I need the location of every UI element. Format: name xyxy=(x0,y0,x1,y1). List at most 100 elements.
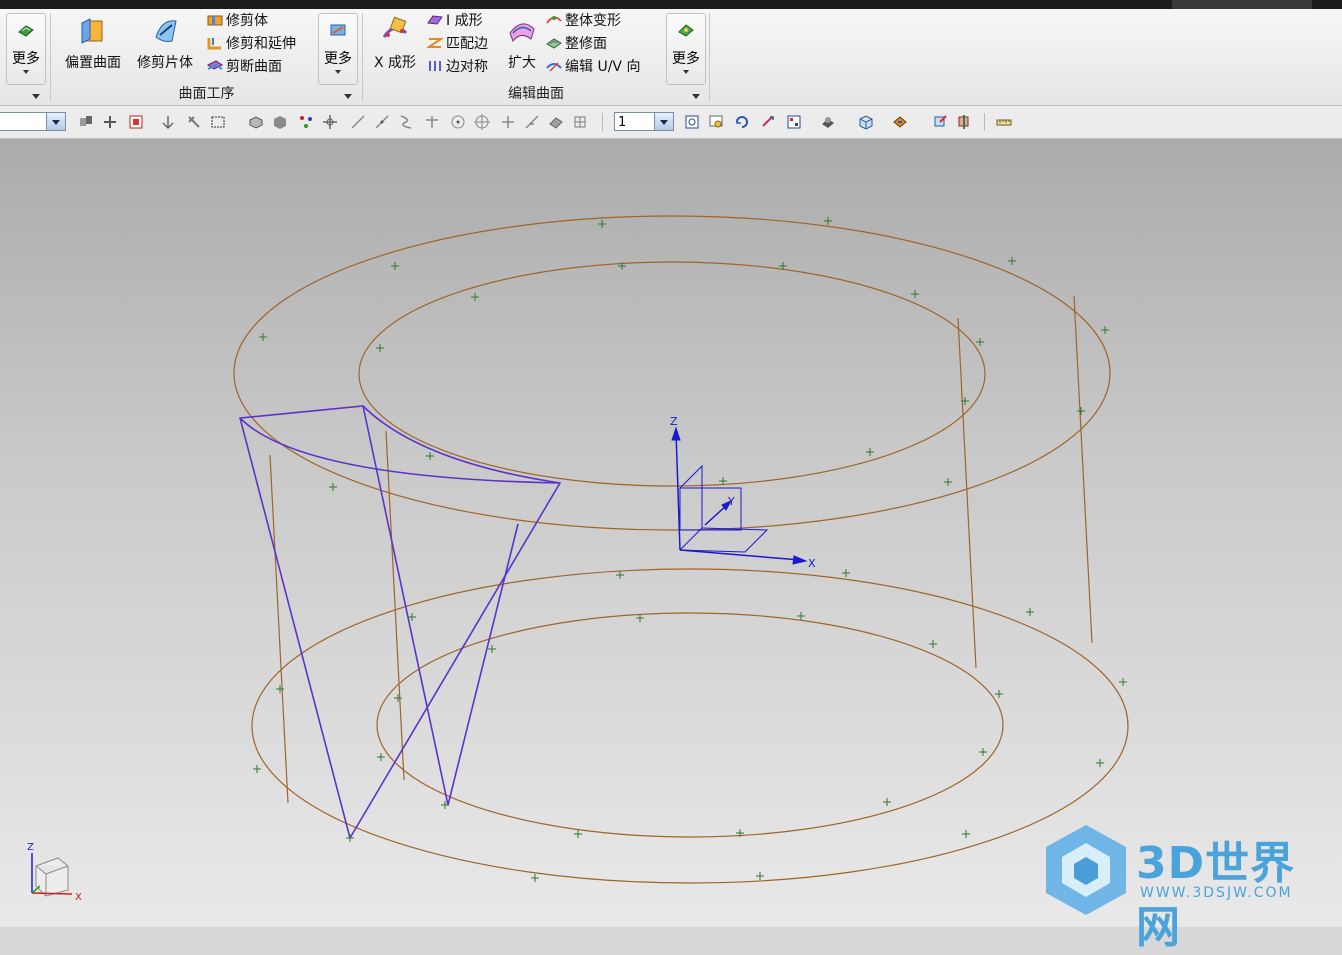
shaded-box-icon[interactable] xyxy=(272,114,288,130)
group-expand-icon[interactable] xyxy=(32,94,40,99)
global-shaping-label: 整体变形 xyxy=(565,13,621,29)
orient-view-icon[interactable] xyxy=(786,114,802,130)
group-expand-icon[interactable] xyxy=(344,94,352,99)
match-edge-button[interactable]: 匹配边 xyxy=(427,34,488,54)
x-form-icon xyxy=(382,16,408,38)
trim-extend-icon xyxy=(207,38,221,50)
offset-surface-button[interactable]: 偏置曲面 xyxy=(59,13,127,72)
show-hide-icon[interactable] xyxy=(892,114,908,130)
edit-uv-icon xyxy=(546,62,562,72)
datum-csys[interactable] xyxy=(671,426,808,565)
selection-filter-dropdown[interactable] xyxy=(0,112,66,131)
rectangle-select-icon[interactable] xyxy=(210,114,226,130)
trim-body-label: 修剪体 xyxy=(226,13,268,29)
x-form-button[interactable]: X 成形 xyxy=(369,13,421,72)
measure-icon[interactable] xyxy=(996,114,1012,130)
select-features-icon[interactable] xyxy=(78,114,94,130)
chevron-down-icon xyxy=(23,70,29,74)
trim-extend-label: 修剪和延伸 xyxy=(226,36,296,52)
triad-x-axis xyxy=(31,892,73,895)
point-on-face-icon[interactable] xyxy=(548,114,564,130)
trim-body-icon xyxy=(207,15,223,26)
divide-face-button[interactable]: 剪断曲面 xyxy=(207,57,282,77)
graphics-viewport[interactable]: Z X Y Z X 3D世界网 WWW.3DSJW.COM xyxy=(0,139,1342,953)
move-icon[interactable] xyxy=(322,114,338,130)
solid-body-icon[interactable] xyxy=(248,114,264,130)
existing-point-icon[interactable] xyxy=(500,114,516,130)
ribbon: 更多 偏置曲面 修剪片体 修剪体 修剪和延伸 剪断曲面 更多 曲面工序 X 成形… xyxy=(0,9,1342,106)
layer-dropdown[interactable]: 1 xyxy=(614,112,674,131)
move-handle-icon[interactable] xyxy=(160,114,176,130)
quadrant-point-icon[interactable] xyxy=(474,114,490,130)
divide-face-label: 剪断曲面 xyxy=(226,59,282,75)
line-icon[interactable] xyxy=(350,114,366,130)
render-style-icon[interactable] xyxy=(820,114,836,130)
vertical-edge[interactable] xyxy=(385,430,405,781)
title-bar-controls xyxy=(1172,0,1312,9)
wireframe-box-icon[interactable] xyxy=(858,114,874,130)
points-icon[interactable] xyxy=(298,114,314,130)
refit-face-label: 整修面 xyxy=(565,36,607,52)
vertical-edge[interactable] xyxy=(1073,295,1093,644)
more-button-1[interactable]: 更多 xyxy=(6,13,46,85)
more-button-1-label: 更多 xyxy=(12,51,40,67)
top-inner-circle[interactable] xyxy=(358,261,986,487)
top-outer-circle[interactable] xyxy=(233,215,1111,531)
trim-body-button[interactable]: 修剪体 xyxy=(207,11,268,31)
more-button-3-label: 更多 xyxy=(672,51,700,67)
global-shaping-button[interactable]: 整体变形 xyxy=(546,11,621,31)
intersection-icon[interactable] xyxy=(424,114,440,130)
refit-face-icon xyxy=(546,38,562,49)
selection-toolbar: 1 xyxy=(0,106,1342,139)
node-markers xyxy=(253,217,1127,882)
model-wireframe: Z X Y Z X xyxy=(27,215,1129,903)
edit-surface-more-icon xyxy=(678,24,694,37)
vertical-edge[interactable] xyxy=(957,317,977,669)
chevron-down-icon[interactable] xyxy=(654,113,673,130)
center-point-icon[interactable] xyxy=(450,114,466,130)
more-button-2-label: 更多 xyxy=(324,51,352,67)
refit-face-button[interactable]: 整修面 xyxy=(546,34,607,54)
zoom-icon[interactable] xyxy=(708,114,724,130)
chevron-down-icon xyxy=(683,70,689,74)
line-point-icon[interactable] xyxy=(374,114,390,130)
view-section-icon[interactable] xyxy=(956,114,972,130)
triad-x-label: X xyxy=(75,892,82,903)
bottom-outer-circle[interactable] xyxy=(251,568,1129,884)
watermark-logo xyxy=(1046,825,1126,915)
i-form-button[interactable]: I 成形 xyxy=(427,11,483,31)
divider xyxy=(984,113,985,131)
enlarge-button[interactable]: 扩大 xyxy=(501,13,543,72)
work-layer-icon[interactable] xyxy=(932,114,948,130)
edge-symmetry-label: 边对称 xyxy=(446,59,488,75)
ribbon-group-surface-operations: 偏置曲面 修剪片体 修剪体 修剪和延伸 剪断曲面 更多 曲面工序 xyxy=(51,9,362,105)
more-button-3[interactable]: 更多 xyxy=(666,13,706,85)
global-shaping-icon xyxy=(546,16,562,24)
edge-symmetry-button[interactable]: 边对称 xyxy=(427,57,488,77)
vertical-edge[interactable] xyxy=(269,454,289,804)
trim-extend-button[interactable]: 修剪和延伸 xyxy=(207,34,296,54)
group-label-surface-operations: 曲面工序 xyxy=(178,86,235,102)
snap-icon[interactable] xyxy=(102,114,118,130)
surface-more-icon xyxy=(18,25,34,37)
match-edge-icon xyxy=(427,38,443,48)
bottom-inner-circle[interactable] xyxy=(376,612,1004,838)
pan-icon[interactable] xyxy=(760,114,776,130)
trim-sheet-button[interactable]: 修剪片体 xyxy=(131,13,199,72)
lasso-icon[interactable] xyxy=(186,114,202,130)
more-button-2[interactable]: 更多 xyxy=(318,13,358,85)
edit-uv-button[interactable]: 编辑 U/V 向 xyxy=(546,57,640,77)
ribbon-group-more-1: 更多 xyxy=(0,9,50,105)
group-expand-icon[interactable] xyxy=(692,94,700,99)
trim-sheet-label: 修剪片体 xyxy=(137,55,193,71)
curve-icon[interactable] xyxy=(398,114,414,130)
select-box-icon[interactable] xyxy=(128,114,144,130)
offset-surface-label: 偏置曲面 xyxy=(65,55,121,71)
grid-icon[interactable] xyxy=(572,114,588,130)
point-on-curve-icon[interactable] xyxy=(524,114,540,130)
fit-view-icon[interactable] xyxy=(684,114,700,130)
z-axis-arrowhead xyxy=(671,426,681,441)
rotate-icon[interactable] xyxy=(734,114,750,130)
sketch-profile[interactable] xyxy=(239,417,561,484)
chevron-down-icon[interactable] xyxy=(46,113,65,130)
